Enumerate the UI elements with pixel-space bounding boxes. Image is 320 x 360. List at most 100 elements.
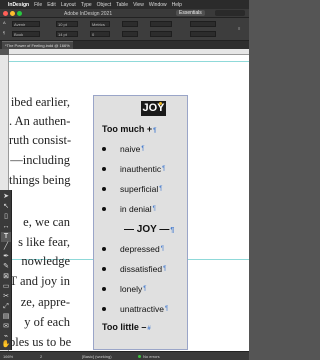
- type-tool-icon[interactable]: T: [1, 232, 11, 242]
- preflight-status[interactable]: No errors: [143, 354, 160, 359]
- vertical-scale-field[interactable]: [122, 21, 138, 27]
- search-field[interactable]: [215, 10, 245, 16]
- selection-tool-icon[interactable]: ➤: [1, 192, 11, 202]
- pen-tool-icon[interactable]: ✒: [1, 252, 11, 262]
- bullet-icon: [102, 147, 106, 151]
- end-of-story-mark: #: [147, 326, 151, 332]
- list-item: dissatisfied ¶: [102, 264, 166, 274]
- list-item: naive ¶: [102, 144, 145, 154]
- menu-help[interactable]: Help: [172, 2, 182, 8]
- menu-table[interactable]: Table: [116, 2, 128, 8]
- body-text-line: e, we can: [23, 215, 70, 229]
- hand-tool-icon[interactable]: ✋: [1, 340, 11, 350]
- language-field[interactable]: [190, 21, 216, 27]
- list-item-text: inauthentic: [120, 164, 162, 174]
- status-bar: 166% 2 [Basic] (working) No errors: [0, 351, 249, 360]
- joy-logo-dot: [159, 102, 162, 105]
- workspace-switcher[interactable]: Essentials: [176, 10, 205, 16]
- preflight-status-icon: [138, 355, 141, 358]
- free-transform-tool-icon[interactable]: ⤢: [1, 302, 11, 312]
- bullet-icon: [102, 267, 106, 271]
- document-tab[interactable]: *The Power of Feeling.indd @ 166%: [2, 41, 73, 49]
- para-format-icon[interactable]: ¶: [3, 30, 5, 35]
- list-item: unattractive ¶: [102, 304, 168, 314]
- char-format-icon[interactable]: A: [3, 20, 6, 25]
- list-item-text: in denial: [120, 204, 152, 214]
- body-text-line: —including: [10, 153, 70, 167]
- body-text-line: ze, appre-: [20, 295, 70, 309]
- list-item-text: depressed: [120, 244, 160, 254]
- joy-center-label: — JOY —¶: [124, 224, 174, 235]
- bullet-icon: [102, 207, 106, 211]
- gap-tool-icon[interactable]: ↔: [1, 222, 11, 232]
- list-item-text: unattractive: [120, 304, 164, 314]
- paragraph-mark: ¶: [141, 146, 145, 152]
- list-item: in denial ¶: [102, 204, 156, 214]
- page-tool-icon[interactable]: ▯: [1, 212, 11, 222]
- list-item-text: lonely: [120, 284, 143, 294]
- paragraph-mark: ¶: [163, 266, 167, 272]
- body-text-line: ruth consist-: [9, 133, 72, 147]
- paragraph-mark: ¶: [162, 166, 166, 172]
- tracking-field[interactable]: 0: [90, 31, 110, 37]
- paragraph-mark: ¶: [164, 306, 169, 312]
- minimize-window-button[interactable]: [10, 11, 15, 16]
- pencil-tool-icon[interactable]: ✎: [1, 262, 11, 272]
- control-panel: A ¶ Avenir Book 10 pt 14 pt Metrics 0 ≡: [0, 18, 249, 41]
- body-text-line: things being: [9, 173, 71, 187]
- joy-center-text: — JOY —: [124, 224, 170, 235]
- body-text-line: s like fear,: [18, 235, 70, 249]
- list-item: depressed ¶: [102, 244, 164, 254]
- menu-object[interactable]: Object: [97, 2, 111, 8]
- page-number[interactable]: 2: [40, 354, 42, 359]
- menu-file[interactable]: File: [34, 2, 42, 8]
- note-tool-icon[interactable]: ✉: [1, 322, 11, 332]
- preflight-profile[interactable]: [Basic] (working): [82, 354, 112, 359]
- paragraph-mark: ¶: [143, 286, 147, 292]
- menu-app-name[interactable]: InDesign: [8, 2, 29, 8]
- menu-edit[interactable]: Edit: [47, 2, 56, 8]
- scissors-tool-icon[interactable]: ✂: [1, 292, 11, 302]
- list-item-text: dissatisfied: [120, 264, 163, 274]
- bullet-icon: [102, 307, 106, 311]
- body-text-line: nowledge: [21, 254, 70, 268]
- zoom-window-button[interactable]: [17, 11, 22, 16]
- menu-window[interactable]: Window: [149, 2, 167, 8]
- list-item-text: naive: [120, 144, 141, 154]
- character-style-field[interactable]: [190, 31, 216, 37]
- zoom-level[interactable]: 166%: [3, 354, 13, 359]
- rectangle-tool-icon[interactable]: ▭: [1, 282, 11, 292]
- paragraph-mark: ¶: [170, 227, 175, 234]
- paragraph-mark: ¶: [152, 206, 156, 212]
- baseline-shift-field[interactable]: [150, 21, 172, 27]
- app-titlebar: Adobe InDesign 2021 Essentials: [0, 9, 249, 18]
- kerning-field[interactable]: Metrics: [90, 21, 110, 27]
- mac-menubar: InDesign File Edit Layout Type Object Ta…: [0, 0, 249, 9]
- font-size-field[interactable]: 10 pt: [56, 21, 78, 27]
- bullet-icon: [102, 247, 106, 251]
- line-tool-icon[interactable]: ╱: [1, 242, 11, 252]
- gradient-tool-icon[interactable]: ▤: [1, 312, 11, 322]
- document-canvas[interactable]: ibed earlier, . An authen- ruth consist-…: [9, 55, 249, 351]
- panel-menu-icon[interactable]: ≡: [238, 26, 240, 31]
- leading-field[interactable]: 14 pt: [56, 31, 78, 37]
- body-text-line: y of each: [24, 315, 70, 329]
- paragraph-mark: ¶: [160, 246, 164, 252]
- leading-value: 14 pt: [58, 32, 67, 37]
- horizontal-scale-field[interactable]: [122, 31, 138, 37]
- rectangle-frame-tool-icon[interactable]: ⊠: [1, 272, 11, 282]
- font-family-value: Avenir: [14, 22, 26, 27]
- font-style-field[interactable]: Book: [12, 31, 40, 37]
- heading-too-much: Too much +¶: [102, 124, 156, 134]
- direct-selection-tool-icon[interactable]: ↖: [1, 202, 11, 212]
- close-window-button[interactable]: [3, 11, 8, 16]
- sidebar-text-frame[interactable]: JOY Too much +¶ naive ¶ inauthentic ¶ supe…: [93, 95, 188, 350]
- menu-type[interactable]: Type: [81, 2, 92, 8]
- kerning-value: Metrics: [92, 22, 105, 27]
- font-family-field[interactable]: Avenir: [12, 21, 40, 27]
- skew-field[interactable]: [150, 31, 172, 37]
- menu-layout[interactable]: Layout: [61, 2, 76, 8]
- paragraph-mark: ¶: [159, 186, 163, 192]
- menu-view[interactable]: View: [133, 2, 144, 8]
- tracking-value: 0: [92, 32, 95, 37]
